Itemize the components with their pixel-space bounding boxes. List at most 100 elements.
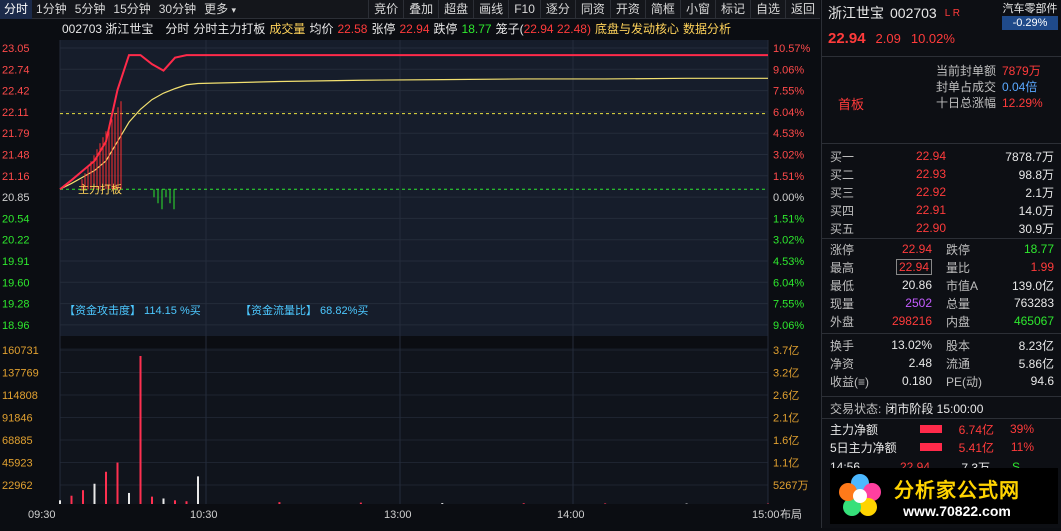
bid-label: 买二 [830,166,896,183]
stat-value: 18.77 [988,242,1054,256]
amount-tick-label: 5267万 [773,480,808,492]
logo-text: 分析家公式网 [894,474,1020,503]
period-toolbar: 分时 1分钟 5分钟 15分钟 30分钟 更多 ▾ 竞价 叠加 超盘 画线 F1… [0,0,820,19]
seal-value-1: 0.04倍 [1002,79,1037,95]
stat-label: 外盘 [830,313,870,330]
bid-price: 22.91 [896,203,946,217]
bid-row[interactable]: 买二22.9398.8万 [822,165,1061,183]
sector-name: 汽车零部件 [1002,2,1058,16]
board-badge: 首板 [838,94,864,113]
stock-name: 浙江世宝 [828,3,884,23]
btn-kaizi[interactable]: 开资 [610,0,645,19]
layout-label: 布局 [780,508,802,521]
volume-tick-label: 45923 [2,458,33,470]
bid-price: 22.93 [896,167,946,181]
bid-row[interactable]: 买四22.9114.0万 [822,201,1061,219]
price-tick-label: 20.54 [2,213,30,225]
amount-tick-label: 3.2亿 [773,367,799,380]
avg-label: 均价 [309,20,333,37]
quote-panel: 浙江世宝 002703 L R 汽车零部件 -0.29% 22.94 2.09 … [821,0,1061,528]
btn-zixuan[interactable]: 自选 [750,0,785,19]
stock-tag: L R [945,8,960,19]
volume-pane-bg [60,348,768,504]
fund-flow: 主力净额6.74亿39% 5日主力净额5.41亿11% [822,420,1061,456]
price-tick-label: 22.11 [2,107,29,119]
bid-label: 买四 [830,202,896,219]
bid-vol: 98.8万 [946,166,1054,183]
flow-bar [920,443,942,451]
bid-vol: 14.0万 [946,202,1054,219]
bid-label: 买五 [830,220,896,237]
sector-box[interactable]: 汽车零部件 -0.29% [1002,2,1058,30]
btn-tongzi[interactable]: 同资 [575,0,610,19]
time-tick-label: 15:00 [752,509,780,521]
btn-back[interactable]: 返回 [785,0,820,19]
price-tick-label: 22.74 [2,64,30,76]
volume-tick-label: 137769 [2,368,39,380]
volume-bar [94,484,96,504]
tab-30min[interactable]: 30分钟 [155,0,200,19]
volume-bar [163,498,165,504]
tab-15min[interactable]: 15分钟 [109,0,154,19]
tab-more[interactable]: 更多 ▾ [200,0,240,19]
volume-bar [59,500,61,504]
btn-huaxian[interactable]: 画线 [473,0,508,19]
attack-label: 【资金攻击度】 114.15 %买 [64,303,201,317]
price-pane-bg [60,40,768,336]
tab-fenshi[interactable]: 分时 [0,0,32,19]
tab-1min[interactable]: 1分钟 [32,0,71,19]
site-logo: 分析家公式网 www.70822.com [830,468,1058,524]
volume-tick-label: 68885 [2,435,33,447]
fund-value: 94.6 [988,374,1054,388]
seal-label-0: 当前封单额 [902,63,996,79]
stat-value: 763283 [988,296,1054,310]
stock-pct: 10.02% [911,31,955,46]
btn-diejia[interactable]: 叠加 [403,0,438,19]
btn-zhufen[interactable]: 逐分 [540,0,575,19]
btn-biaoji[interactable]: 标记 [715,0,750,19]
volume-bar [360,503,362,504]
bid-row[interactable]: 买一22.947878.7万 [822,147,1061,165]
stat-value: 20.86 [870,278,932,292]
btn-jiankuang[interactable]: 简框 [645,0,680,19]
volume-tick-label: 91846 [2,413,33,425]
logo-url: www.70822.com [894,503,1020,519]
pct-tick-label: 1.51% [773,171,804,183]
stat-label: 市值A [932,277,988,294]
price-tick-label: 21.79 [2,128,30,140]
stock-price: 22.94 [828,30,866,47]
flow-pct: 39% [994,422,1034,436]
status-value: 闭市阶段 15:00:00 [885,400,983,417]
pct-tick-label: 7.55% [773,86,804,98]
stat-label: 现量 [830,295,870,312]
fund-label: 净资 [830,355,878,372]
stock-code: 002703 [890,5,937,21]
intraday-chart[interactable]: 23.0510.57%22.749.06%22.427.55%22.116.04… [0,38,820,528]
volume-bar [117,463,119,504]
chart-mode[interactable]: 分时 [165,20,189,37]
volume-bar [82,490,84,504]
status-label: 交易状态: [830,400,881,417]
flow-bar [920,425,942,433]
flower-logo-icon [830,468,890,524]
btn-xiaochuang[interactable]: 小窗 [680,0,715,19]
btn-f10[interactable]: F10 [508,0,540,19]
bid-row[interactable]: 买五22.9030.9万 [822,219,1061,237]
bid-price: 22.90 [896,221,946,235]
stat-value: 22.94 [896,259,932,275]
pct-tick-label: 9.06% [773,64,804,76]
stat-value: 298216 [870,314,932,328]
bid-price: 22.92 [896,185,946,199]
time-tick-label: 10:30 [190,509,218,521]
pct-tick-label: 9.06% [773,320,804,332]
tab-5min[interactable]: 5分钟 [71,0,110,19]
btn-chaopan[interactable]: 超盘 [438,0,473,19]
bid-list: 买一22.947878.7万 买二22.9398.8万 买三22.922.1万 … [822,147,1061,237]
pct-tick-label: 4.53% [773,128,804,140]
stat-label: 涨停 [830,241,870,258]
bid-row[interactable]: 买三22.922.1万 [822,183,1061,201]
fund-label: PE(动) [932,373,988,390]
btn-jingjia[interactable]: 竞价 [368,0,403,19]
indicator-name[interactable]: 分时主力打板 [193,20,265,37]
price-tick-label: 20.85 [2,192,30,204]
